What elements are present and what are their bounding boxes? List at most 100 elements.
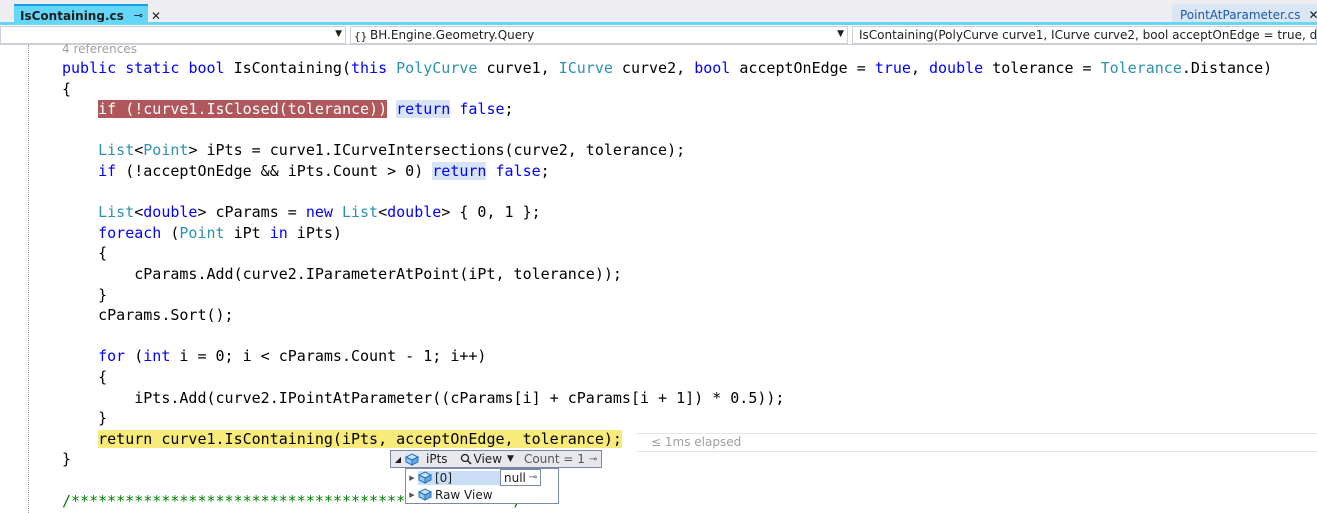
code-token: List	[341, 203, 379, 222]
code-token: ,	[910, 59, 929, 77]
code-token: }	[62, 285, 108, 304]
code-token: {	[62, 244, 108, 263]
code-token: iPts.Add(curve2.IPointAtParameter((cPara…	[62, 388, 785, 407]
code-token: (	[161, 223, 180, 242]
tab-title: PointAtParameter.cs	[1180, 7, 1301, 22]
project-dropdown[interactable]: ▼	[0, 26, 346, 44]
collapse-triangle-icon[interactable]: ◢	[391, 455, 405, 464]
datatip-row-label-wrap: Raw View	[418, 488, 493, 502]
code-token: i = 0; i < cParams.Count - 1; i++)	[170, 347, 487, 366]
code-token: double	[929, 59, 984, 77]
datatip-row[interactable]: ▶ Raw View	[406, 486, 558, 503]
code-token: static	[125, 59, 180, 77]
code-token: ;	[540, 162, 550, 180]
code-token: iPt	[224, 223, 270, 242]
datatip-row-label: Raw View	[435, 487, 493, 502]
datatip-count: Count = 1	[523, 452, 585, 466]
code-token: false	[459, 100, 505, 119]
code-token: double	[143, 203, 198, 222]
code-token: > iPts = curve1.ICurveIntersections(curv…	[188, 141, 686, 160]
code-token: true	[874, 59, 911, 77]
code-line[interactable]: }	[62, 408, 107, 428]
code-line[interactable]: {	[62, 367, 107, 387]
code-line[interactable]: iPts.Add(curve2.IPointAtParameter((cPara…	[62, 388, 784, 408]
code-token: .Distance)	[1181, 59, 1273, 77]
code-line[interactable]: return curve1.IsContaining(iPts, acceptO…	[62, 429, 622, 449]
document-tab-strip: IsContaining.cs ⊸ ✕ PointAtParameter.cs …	[0, 0, 1317, 25]
member-label: IsContaining(PolyCurve curve1, ICurve cu…	[859, 28, 1317, 42]
code-line[interactable]: if (!curve1.IsClosed(tolerance)) return …	[62, 99, 514, 119]
code-line[interactable]: for (int i = 0; i < cParams.Count - 1; i…	[62, 346, 486, 366]
code-token: curve2,	[612, 59, 695, 77]
code-token: for	[98, 347, 126, 366]
datatip-row-label-wrap: [0]	[418, 470, 500, 485]
datatip-children: ▶ [0] null ⊸ ▶ Raw View	[405, 468, 559, 504]
code-token: public	[62, 59, 117, 77]
code-line[interactable]: foreach (Point iPt in iPts)	[62, 223, 342, 243]
code-token: bool	[188, 59, 225, 77]
close-icon[interactable]: ✕	[1309, 8, 1317, 22]
code-token: IsContaining(	[224, 59, 351, 77]
code-token: Tolerance	[1100, 59, 1182, 77]
indent-guide	[28, 45, 29, 513]
code-line[interactable]: cParams.Add(curve2.IParameterAtPoint(iPt…	[62, 264, 622, 284]
code-token: (!acceptOnEdge && iPts.Count > 0)	[116, 162, 433, 180]
expand-triangle-icon[interactable]: ▶	[406, 474, 418, 482]
namespace-label: BH.Engine.Geometry.Query	[370, 28, 535, 42]
view-label: View	[473, 452, 503, 466]
namespace-icon: {}	[354, 30, 367, 42]
pin-icon[interactable]: ⊸	[589, 454, 597, 465]
code-token: acceptOnEdge =	[730, 59, 875, 77]
codelens-references[interactable]: 4 references	[62, 42, 137, 56]
chevron-down-icon: ▼	[837, 29, 844, 39]
code-line[interactable]: cParams.Sort();	[62, 305, 233, 325]
code-token: curve1,	[477, 59, 559, 77]
code-token: return	[432, 162, 487, 180]
code-token: ;	[504, 100, 514, 119]
variable-cube-icon	[405, 452, 419, 466]
raw-view-icon	[418, 488, 432, 501]
member-dropdown[interactable]: IsContaining(PolyCurve curve1, ICurve cu…	[852, 26, 1317, 44]
code-line[interactable]: {	[62, 79, 71, 99]
code-token: <	[134, 203, 144, 222]
pin-icon[interactable]: ⊸	[134, 9, 143, 22]
pin-icon[interactable]: ⊸	[529, 472, 537, 483]
code-token: PolyCurve	[396, 59, 478, 77]
variable-cube-icon	[418, 471, 432, 484]
code-token: return curve1.IsContaining(iPts, acceptO…	[98, 429, 622, 448]
close-icon[interactable]: ✕	[151, 9, 161, 23]
code-token: cParams.Add(curve2.IParameterAtPoint(iPt…	[62, 265, 622, 283]
code-token: tolerance =	[983, 59, 1101, 77]
code-token: in	[269, 223, 288, 242]
code-line[interactable]: }	[62, 449, 71, 469]
code-line[interactable]: if (!acceptOnEdge && iPts.Count > 0) ret…	[62, 161, 550, 181]
value-text: null	[504, 470, 526, 485]
code-token: List	[98, 203, 135, 222]
code-line[interactable]: List<Point> iPts = curve1.ICurveIntersec…	[62, 140, 685, 160]
code-token: false	[495, 162, 541, 180]
code-token: <	[378, 203, 388, 222]
code-line[interactable]: }	[62, 285, 107, 305]
code-token: Point	[179, 223, 225, 242]
perftip-elapsed: ≤ 1ms elapsed	[651, 435, 742, 449]
code-line[interactable]: public static bool IsContaining(this Pol…	[62, 58, 1272, 78]
code-token: if (!curve1.IsClosed(tolerance))	[98, 100, 388, 119]
code-line[interactable]: {	[62, 243, 107, 263]
magnifier-icon	[460, 453, 472, 465]
code-token: Point	[143, 141, 189, 160]
code-token: }	[62, 409, 108, 428]
code-token: new	[305, 203, 333, 222]
code-token: > cParams =	[197, 203, 306, 222]
namespace-dropdown[interactable]: {} BH.Engine.Geometry.Query ▼	[350, 26, 848, 44]
view-button[interactable]: View ▼	[460, 452, 514, 466]
datatip-row[interactable]: ▶ [0] null ⊸	[406, 469, 558, 486]
expand-triangle-icon[interactable]: ▶	[406, 491, 418, 499]
navigation-bar: ▼ {} BH.Engine.Geometry.Query ▼ IsContai…	[0, 25, 1317, 45]
code-line[interactable]: List<double> cParams = new List<double> …	[62, 202, 541, 222]
